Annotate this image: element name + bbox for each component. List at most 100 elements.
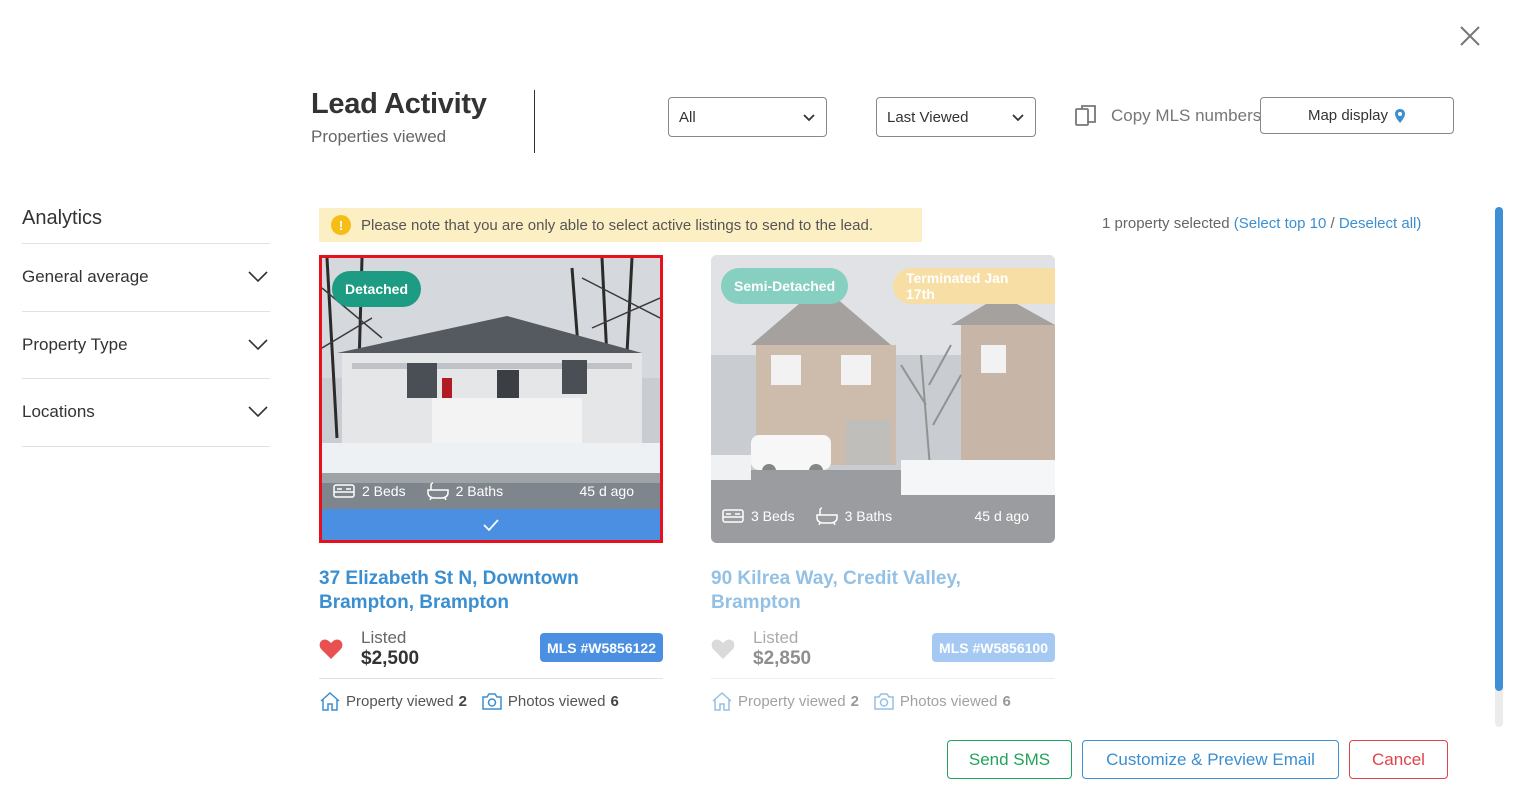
sidebar-title: Analytics <box>22 207 270 244</box>
beds-stat: 2 Beds <box>332 482 406 500</box>
copy-mls-label: Copy MLS numbers <box>1111 106 1262 125</box>
views-row: Property viewed 2 Photos viewed 6 <box>711 691 1055 711</box>
price-value: $2,850 <box>753 648 812 669</box>
selection-info: 1 property selected (Select top 10 / Des… <box>1102 215 1421 232</box>
selection-separator: / <box>1326 215 1339 232</box>
baths-stat: 2 Baths <box>426 482 503 500</box>
sidebar-item-general-average[interactable]: General average <box>22 244 270 312</box>
property-viewed-label: Property viewed <box>738 692 846 710</box>
customize-preview-email-button[interactable]: Customize & Preview Email <box>1082 740 1339 779</box>
baths-stat: 3 Baths <box>815 507 892 525</box>
sidebar-item-label: Locations <box>22 402 95 422</box>
selected-bar[interactable] <box>322 509 660 540</box>
price-block: Listed $2,500 <box>361 628 419 670</box>
mls-badge: MLS #W5856122 <box>540 633 663 662</box>
card-divider <box>319 678 663 679</box>
sort-filter-select[interactable]: Last Viewed <box>876 97 1036 137</box>
sort-filter-value: Last Viewed <box>887 108 969 126</box>
photos-viewed-stat: Photos viewed 6 <box>873 691 1011 711</box>
photos-viewed-stat: Photos viewed 6 <box>481 691 619 711</box>
status-filter-select[interactable]: All <box>668 97 827 137</box>
send-sms-button[interactable]: Send SMS <box>947 740 1072 779</box>
warning-icon: ! <box>331 215 351 235</box>
cancel-button[interactable]: Cancel <box>1349 740 1448 779</box>
camera-icon <box>482 693 502 710</box>
active-listings-notice: ! Please note that you are only able to … <box>319 208 922 242</box>
mls-badge: MLS #W5856100 <box>932 633 1055 662</box>
price-label: Listed <box>361 628 407 647</box>
selection-close-paren: ) <box>1416 215 1422 232</box>
photos-viewed-label: Photos viewed <box>899 692 998 710</box>
property-viewed-stat: Property viewed 2 <box>711 691 859 711</box>
listing-age: 45 d ago <box>974 508 1030 524</box>
heart-icon[interactable] <box>319 638 343 660</box>
scrollbar-thumb[interactable] <box>1495 207 1503 691</box>
property-viewed-count: 2 <box>458 692 467 710</box>
select-top-10-link[interactable]: Select top 10 <box>1239 215 1327 232</box>
baths-label: 3 Baths <box>844 508 893 524</box>
listing-stats: 3 Beds 3 Baths 45 d ago <box>721 507 1045 525</box>
listing-address[interactable]: 37 Elizabeth St N, Downtown Brampton, Br… <box>319 567 619 615</box>
selection-count: 1 property selected <box>1102 215 1230 232</box>
map-pin-icon <box>1395 108 1406 123</box>
property-viewed-label: Property viewed <box>346 692 454 710</box>
close-button[interactable] <box>1456 22 1484 50</box>
listing-stats: 2 Beds 2 Baths 45 d ago <box>332 482 650 500</box>
property-type-badge: Detached <box>332 271 422 307</box>
chevron-down-icon <box>248 271 268 283</box>
listing-status-badge: Terminated Jan 17th <box>893 268 1055 304</box>
chevron-down-icon <box>248 339 268 350</box>
property-viewed-count: 2 <box>850 692 859 710</box>
price-block: Listed $2,850 <box>753 628 811 670</box>
listing-card: Semi-Detached Terminated Jan 17th 3 Beds… <box>711 255 1055 711</box>
photos-viewed-count: 6 <box>610 692 619 710</box>
listing-photo[interactable]: Detached 2 Beds 2 Baths 45 d ago <box>319 255 663 543</box>
bathtub-icon <box>815 507 838 525</box>
property-viewed-stat: Property viewed 2 <box>319 691 467 711</box>
home-icon <box>712 691 732 711</box>
sidebar-item-property-type[interactable]: Property Type <box>22 312 270 379</box>
map-display-label: Map display <box>1307 107 1389 124</box>
photos-viewed-count: 6 <box>1002 692 1011 710</box>
page-title: Lead Activity <box>311 88 487 120</box>
listing-age: 45 d ago <box>579 483 635 499</box>
sidebar-item-locations[interactable]: Locations <box>22 379 270 447</box>
beds-label: 3 Beds <box>751 508 795 524</box>
map-display-button[interactable]: Map display <box>1260 97 1454 134</box>
chevron-down-icon <box>1012 114 1024 122</box>
price-row: Listed $2,500 MLS #W5856122 <box>319 628 663 670</box>
listing-address[interactable]: 90 Kilrea Way, Credit Valley, Brampton <box>711 567 1011 615</box>
sidebar-item-label: General average <box>22 267 149 287</box>
chevron-down-icon <box>803 114 815 122</box>
price-label: Listed <box>753 628 799 647</box>
beds-label: 2 Beds <box>362 483 406 499</box>
page-subtitle: Properties viewed <box>311 127 447 146</box>
chevron-down-icon <box>248 406 268 418</box>
price-row: Listed $2,850 MLS #W5856100 <box>711 628 1055 670</box>
property-type-badge: Semi-Detached <box>721 268 849 304</box>
heart-icon[interactable] <box>711 638 735 660</box>
price-value: $2,500 <box>361 648 420 669</box>
bed-icon <box>333 484 355 498</box>
scrollbar-track[interactable] <box>1495 207 1503 727</box>
copy-mls-button[interactable]: Copy MLS numbers <box>1073 103 1261 129</box>
card-divider <box>711 678 1055 679</box>
beds-stat: 3 Beds <box>721 507 795 525</box>
status-filter-value: All <box>679 108 696 126</box>
analytics-sidebar: Analytics General average Property Type … <box>22 207 270 447</box>
home-icon <box>320 691 340 711</box>
views-row: Property viewed 2 Photos viewed 6 <box>319 691 663 711</box>
deselect-all-link[interactable]: Deselect all <box>1339 215 1417 232</box>
copy-icon <box>1075 105 1096 126</box>
camera-icon <box>874 693 894 710</box>
listing-photo[interactable]: Semi-Detached Terminated Jan 17th 3 Beds… <box>711 255 1055 543</box>
sidebar-item-label: Property Type <box>22 334 128 354</box>
bathtub-icon <box>426 482 449 500</box>
header-divider <box>534 90 535 153</box>
notice-text: Please note that you are only able to se… <box>361 216 873 234</box>
checkmark-icon <box>483 518 499 531</box>
baths-label: 2 Baths <box>455 483 504 499</box>
close-icon <box>1460 26 1480 46</box>
bed-icon <box>722 509 744 523</box>
photos-viewed-label: Photos viewed <box>507 692 606 710</box>
